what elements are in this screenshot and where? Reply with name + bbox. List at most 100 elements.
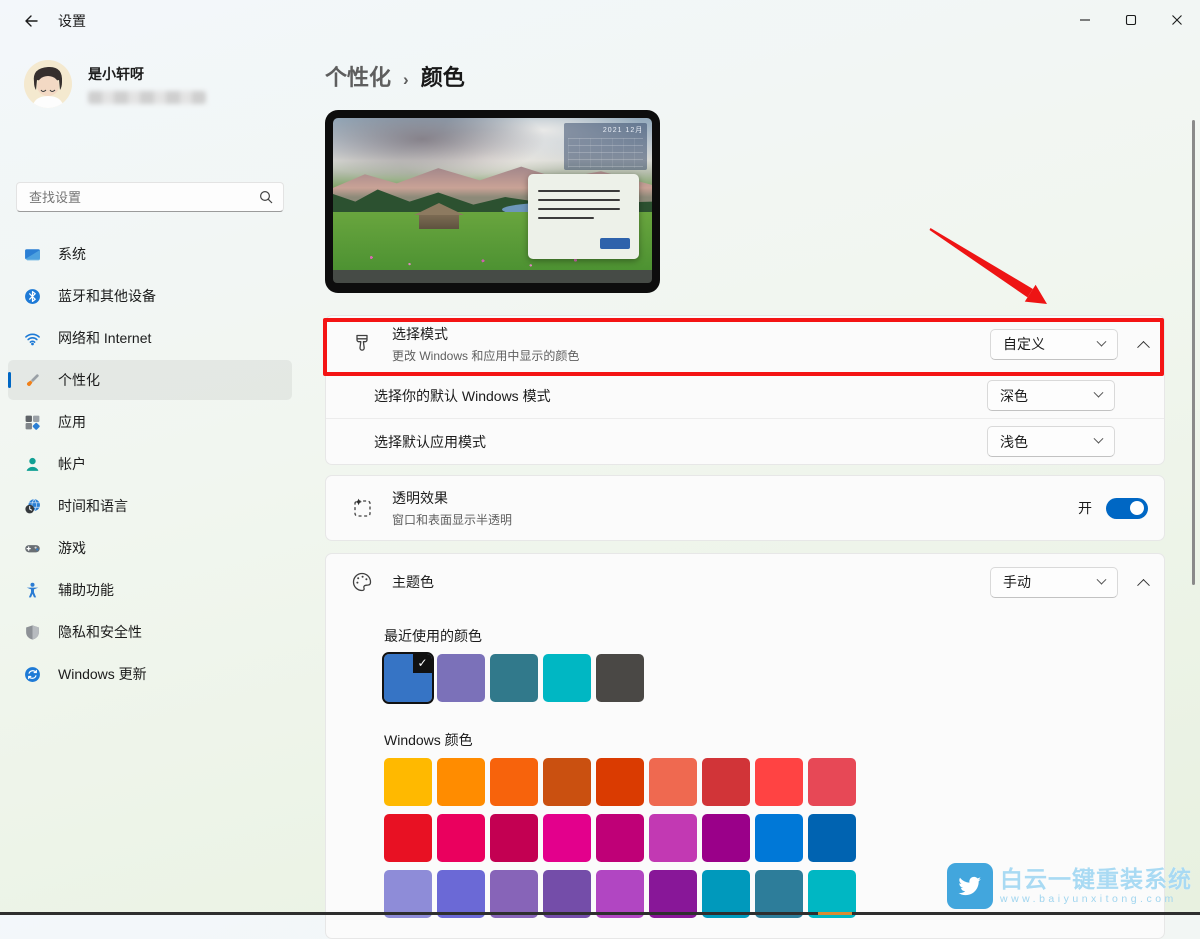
watermark: 白云一键重装系统 www.baiyunxitong.com (947, 863, 1192, 909)
windows-mode-label: 选择你的默认 Windows 模式 (374, 386, 987, 406)
transparency-row: 透明效果 窗口和表面显示半透明 开 (326, 476, 1164, 540)
wallpaper-preview: 2021 12月 (333, 118, 652, 270)
sidebar-item-network[interactable]: 网络和 Internet (8, 318, 292, 358)
color-swatch[interactable] (490, 870, 538, 918)
color-swatch[interactable] (702, 814, 750, 862)
app-mode-value: 浅色 (1000, 432, 1028, 452)
windows-color-row (384, 814, 1148, 862)
breadcrumb: 个性化 › 颜色 (325, 60, 1165, 92)
toggle-state-label: 开 (1078, 498, 1092, 518)
sidebar-item-label: 帐户 (58, 454, 86, 474)
close-icon (1171, 14, 1183, 26)
color-swatch[interactable] (437, 870, 485, 918)
windows-mode-dropdown[interactable]: 深色 (987, 380, 1115, 411)
search-box[interactable] (16, 182, 284, 212)
transparency-subtitle: 窗口和表面显示半透明 (392, 511, 1078, 528)
sidebar-item-label: 系统 (58, 244, 86, 264)
theme-color-dropdown[interactable]: 手动 (990, 567, 1118, 598)
color-swatch[interactable] (490, 758, 538, 806)
recent-color-swatches: ✓ (384, 654, 1148, 702)
sidebar-item-gaming[interactable]: 游戏 (8, 528, 292, 568)
color-swatch[interactable] (702, 870, 750, 918)
choose-mode-row[interactable]: 选择模式 更改 Windows 和应用中显示的颜色 自定义 (326, 316, 1164, 372)
transparency-toggle[interactable] (1106, 498, 1148, 519)
sidebar-item-label: 隐私和安全性 (58, 622, 142, 642)
mode-dropdown[interactable]: 自定义 (990, 329, 1118, 360)
sidebar-item-privacy[interactable]: 隐私和安全性 (8, 612, 292, 652)
color-swatch[interactable] (543, 654, 591, 702)
color-swatch[interactable] (543, 870, 591, 918)
preview-hut (416, 203, 462, 229)
color-swatch[interactable] (808, 814, 856, 862)
sidebar-item-label: 应用 (58, 412, 86, 432)
color-swatch[interactable] (384, 870, 432, 918)
windows-update-icon (24, 666, 41, 683)
close-button[interactable] (1154, 0, 1200, 40)
collapse-chevron-up-icon[interactable] (1137, 340, 1150, 353)
color-swatch[interactable] (490, 814, 538, 862)
color-swatch[interactable] (596, 758, 644, 806)
color-swatch[interactable] (808, 870, 856, 918)
avatar (24, 60, 72, 108)
minimize-button[interactable] (1062, 0, 1108, 40)
color-swatch[interactable] (543, 814, 591, 862)
gaming-icon (24, 540, 41, 557)
color-swatch[interactable] (596, 654, 644, 702)
profile[interactable]: 是小轩呀 (24, 60, 300, 108)
sidebar-item-label: 游戏 (58, 538, 86, 558)
sidebar-item-accounts[interactable]: 帐户 (8, 444, 292, 484)
sidebar-item-accessibility[interactable]: 辅助功能 (8, 570, 292, 610)
preview-accent-button (600, 238, 630, 249)
color-swatch[interactable]: ✓ (384, 654, 432, 702)
back-arrow-icon (22, 13, 38, 29)
theme-color-row[interactable]: 主题色 手动 (326, 554, 1164, 610)
color-swatch[interactable] (437, 814, 485, 862)
back-button[interactable] (14, 7, 46, 35)
color-swatch[interactable] (384, 758, 432, 806)
search-input[interactable] (29, 190, 259, 205)
personalization-icon (24, 372, 41, 389)
maximize-button[interactable] (1108, 0, 1154, 40)
accessibility-icon (24, 582, 41, 599)
color-swatch[interactable] (649, 814, 697, 862)
color-swatch[interactable] (649, 870, 697, 918)
watermark-brand: 白云一键重装系统 (1000, 868, 1192, 891)
app-mode-dropdown[interactable]: 浅色 (987, 426, 1115, 457)
scrollbar-thumb[interactable] (1192, 120, 1195, 585)
color-swatch[interactable] (702, 758, 750, 806)
watermark-bird-icon (947, 863, 993, 909)
sidebar-item-apps[interactable]: 应用 (8, 402, 292, 442)
sidebar-item-system[interactable]: 系统 (8, 234, 292, 274)
sidebar-item-bluetooth[interactable]: 蓝牙和其他设备 (8, 276, 292, 316)
choose-mode-subtitle: 更改 Windows 和应用中显示的颜色 (392, 347, 990, 364)
calendar-grid (568, 138, 643, 168)
apps-icon (24, 414, 41, 431)
color-swatch[interactable] (649, 758, 697, 806)
paintbrush-icon (350, 332, 374, 356)
color-swatch[interactable] (437, 758, 485, 806)
color-swatch[interactable] (755, 814, 803, 862)
sidebar-item-personalization[interactable]: 个性化 (8, 360, 292, 400)
sidebar-item-label: 辅助功能 (58, 580, 114, 600)
color-swatch[interactable] (755, 870, 803, 918)
color-swatch[interactable] (384, 814, 432, 862)
color-swatch[interactable] (490, 654, 538, 702)
system-icon (24, 246, 41, 263)
preview-calendar-widget: 2021 12月 (564, 123, 647, 170)
sidebar-item-time-language[interactable]: 时间和语言 (8, 486, 292, 526)
color-swatch[interactable] (808, 758, 856, 806)
breadcrumb-parent[interactable]: 个性化 (325, 60, 391, 92)
collapse-chevron-up-icon[interactable] (1137, 578, 1150, 591)
chevron-down-icon (1097, 336, 1107, 346)
color-swatch[interactable] (596, 870, 644, 918)
preview-taskbar (333, 270, 652, 283)
color-swatch[interactable] (596, 814, 644, 862)
palette-icon (350, 570, 374, 594)
color-swatch[interactable] (543, 758, 591, 806)
color-swatch[interactable] (437, 654, 485, 702)
sidebar-item-label: 网络和 Internet (58, 328, 151, 348)
transparency-card: 透明效果 窗口和表面显示半透明 开 (325, 475, 1165, 541)
bluetooth-icon (24, 288, 41, 305)
sidebar-item-windows-update[interactable]: Windows 更新 (8, 654, 292, 694)
color-swatch[interactable] (755, 758, 803, 806)
